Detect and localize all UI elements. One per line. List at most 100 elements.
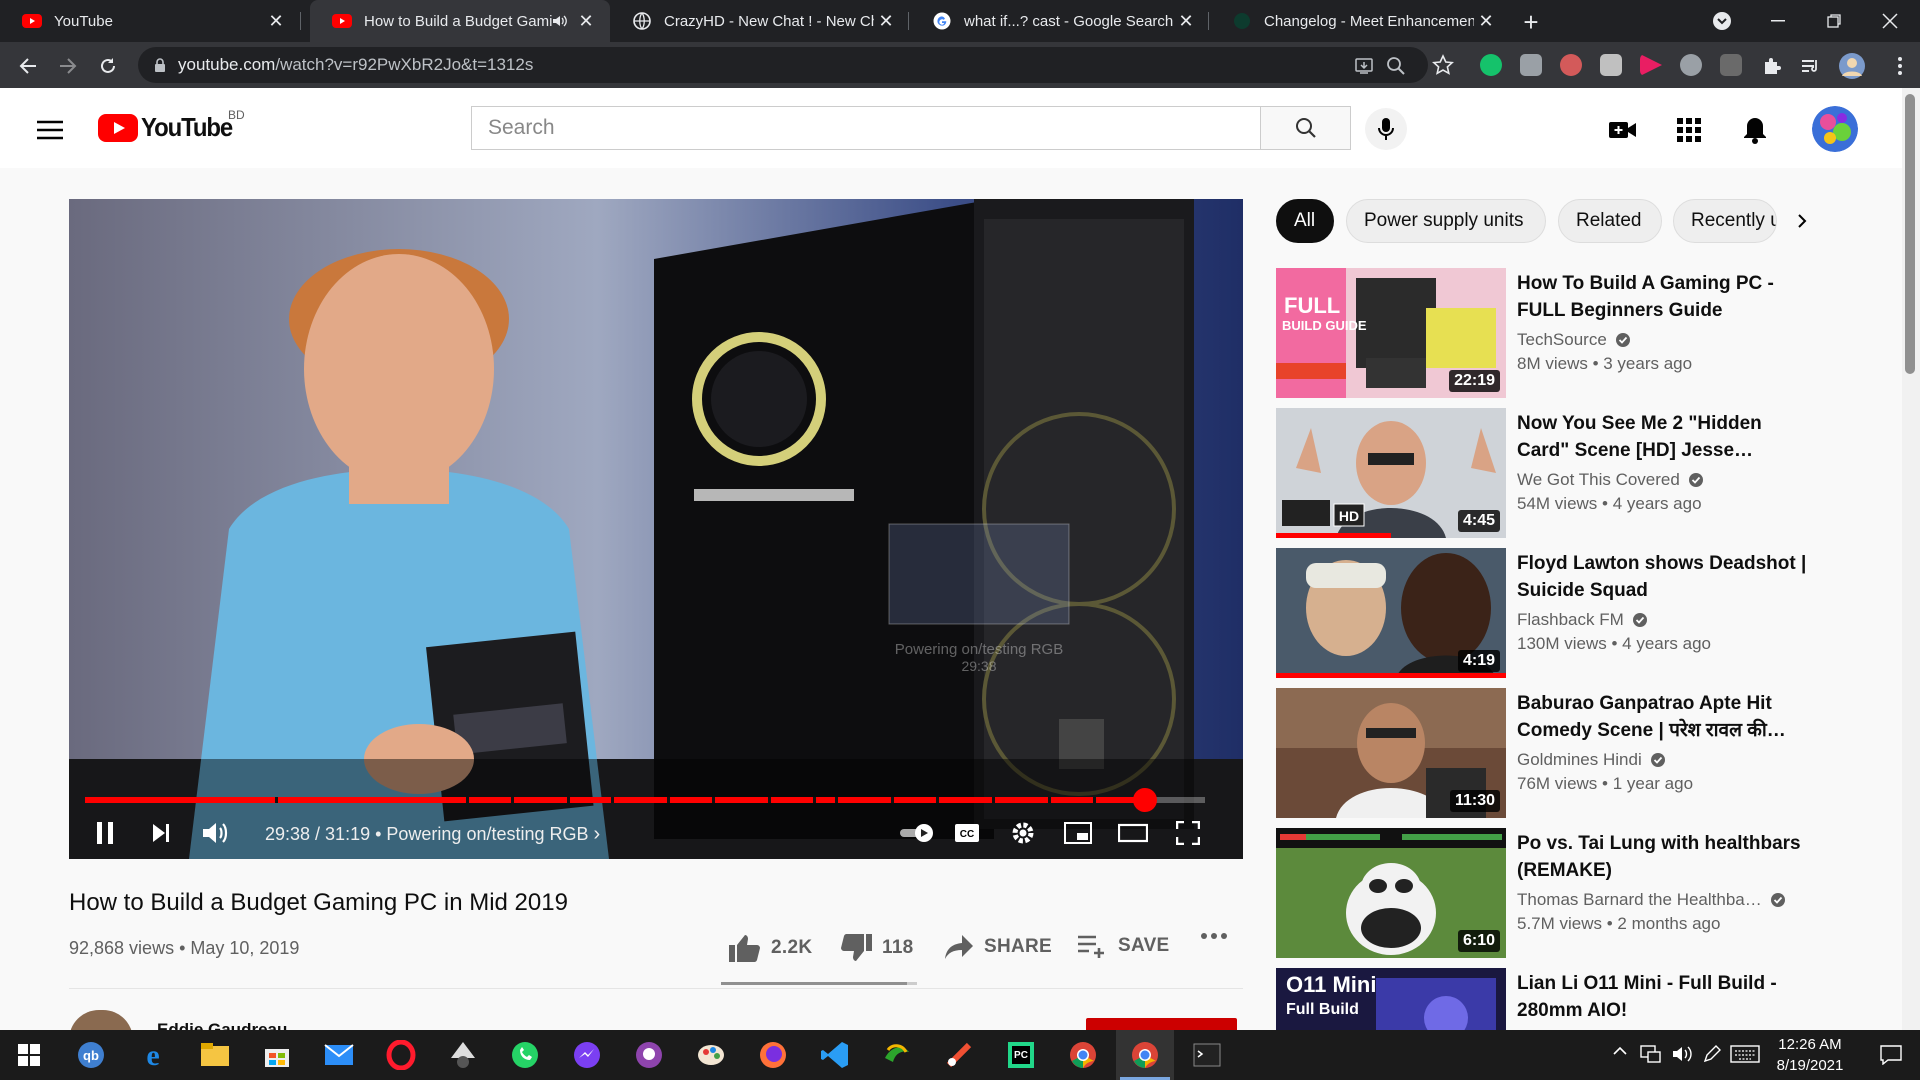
bookmark-star-icon[interactable] — [1432, 54, 1454, 75]
chip-related[interactable]: Related — [1558, 199, 1662, 243]
tab-close-icon[interactable]: ✕ — [1174, 9, 1198, 33]
progress-bar[interactable] — [85, 788, 1205, 812]
network-icon[interactable] — [1640, 1044, 1662, 1064]
qbittorrent-taskbar-icon[interactable]: qb — [62, 1030, 120, 1080]
photos-taskbar-icon[interactable] — [868, 1030, 926, 1080]
messenger-taskbar-icon[interactable] — [558, 1030, 616, 1080]
channel-name[interactable]: Eddie Gaudreau — [157, 1020, 287, 1030]
extensions-puzzle-icon[interactable] — [1756, 50, 1788, 82]
recommendation-title[interactable]: Baburao Ganpatrao Apte Hit Comedy Scene … — [1517, 690, 1807, 744]
video-thumbnail[interactable]: HD 4:45 — [1276, 408, 1506, 538]
minimize-button[interactable] — [1750, 0, 1806, 42]
tab-google-search[interactable]: what if...? cast - Google Search ✕ — [910, 0, 1210, 42]
chip-recently-uploaded[interactable]: Recently uploaded — [1673, 199, 1777, 243]
page-scrollbar-thumb[interactable] — [1905, 94, 1915, 374]
extension-icon[interactable] — [1720, 54, 1742, 76]
miniplayer-button[interactable] — [1060, 815, 1096, 851]
notifications-icon[interactable] — [1862, 1030, 1920, 1080]
create-video-icon[interactable] — [1607, 114, 1639, 146]
bookmark-star-icon[interactable] — [1400, 56, 1420, 76]
chips-next-button[interactable] — [1780, 199, 1824, 243]
close-window-button[interactable] — [1862, 0, 1918, 42]
restore-button[interactable] — [1806, 0, 1862, 42]
back-button[interactable] — [12, 50, 44, 82]
recommendation-title[interactable]: Lian Li O11 Mini - Full Build - 280mm AI… — [1517, 970, 1807, 1024]
install-app-icon[interactable] — [1354, 56, 1374, 76]
volume-icon[interactable] — [1672, 1044, 1694, 1064]
recommendation-channel[interactable]: Flashback FM — [1517, 610, 1648, 630]
share-button[interactable]: SHARE — [944, 934, 1052, 960]
vscode-taskbar-icon[interactable] — [806, 1030, 864, 1080]
mail-taskbar-icon[interactable] — [310, 1030, 368, 1080]
chapter-title[interactable]: Powering on/testing RGB — [386, 824, 588, 844]
recommendation-item[interactable]: HD 4:45 Now You See Me 2 "Hidden Card" S… — [1276, 408, 1876, 538]
notifications-bell-icon[interactable] — [1739, 114, 1771, 146]
video-thumbnail[interactable]: 11:30 — [1276, 688, 1506, 818]
video-thumbnail[interactable]: 6:10 — [1276, 828, 1506, 958]
speaker-icon[interactable] — [552, 14, 568, 28]
extension-icon[interactable] — [1600, 54, 1622, 76]
subtitles-button[interactable]: CC — [949, 815, 985, 851]
recommendation-item[interactable]: 11:30 Baburao Ganpatrao Apte Hit Comedy … — [1276, 688, 1876, 818]
camera-extension-icon[interactable] — [1520, 54, 1542, 76]
tab-active-video[interactable]: How to Build a Budget Gaming PC in Mid 2… — [310, 0, 610, 42]
extension-icon[interactable] — [1560, 54, 1582, 76]
recommendation-item[interactable]: FULL BUILD GUIDE 22:19 How To Build A Gam… — [1276, 268, 1876, 398]
chrome-menu-icon[interactable] — [1884, 50, 1916, 82]
video-thumbnail[interactable]: O11 Mini Full Build — [1276, 968, 1506, 1030]
recommendation-title[interactable]: Floyd Lawton shows Deadshot | Suicide Sq… — [1517, 550, 1807, 604]
terminal-taskbar-icon[interactable] — [1178, 1030, 1236, 1080]
apps-grid-icon[interactable] — [1673, 114, 1705, 146]
inkscape-taskbar-icon[interactable] — [434, 1030, 492, 1080]
chevron-right-icon[interactable]: › — [594, 823, 601, 845]
recommendation-item[interactable]: O11 Mini Full Build Lian Li O11 Mini - Fu… — [1276, 968, 1876, 1030]
like-button[interactable]: 2.2K — [729, 934, 812, 962]
tab-close-icon[interactable]: ✕ — [264, 9, 288, 33]
chip-all[interactable]: All — [1276, 199, 1334, 243]
store-taskbar-icon[interactable] — [248, 1030, 306, 1080]
recommendation-channel[interactable]: Goldmines Hindi — [1517, 750, 1666, 770]
download-extension-icon[interactable] — [1680, 54, 1702, 76]
edge-taskbar-icon[interactable]: e — [124, 1030, 182, 1080]
recommendation-item[interactable]: 6:10 Po vs. Tai Lung with healthbars (RE… — [1276, 828, 1876, 958]
tab-close-icon[interactable]: ✕ — [1474, 9, 1498, 33]
settings-button[interactable] — [1005, 815, 1041, 851]
search-button[interactable] — [1261, 106, 1351, 150]
chevron-up-icon[interactable] — [1612, 1046, 1628, 1056]
video-player[interactable]: Powering on/testing RGB 29:38 29:38 / 31… — [69, 199, 1243, 859]
lock-icon[interactable] — [154, 57, 166, 73]
video-thumbnail[interactable]: FULL BUILD GUIDE 22:19 — [1276, 268, 1506, 398]
theater-mode-button[interactable] — [1115, 815, 1151, 851]
pen-icon[interactable] — [1702, 1044, 1722, 1064]
paint-taskbar-icon[interactable] — [682, 1030, 740, 1080]
tab-close-icon[interactable]: ✕ — [574, 9, 598, 33]
file-explorer-taskbar-icon[interactable] — [186, 1030, 244, 1080]
recommendation-channel[interactable]: We Got This Covered — [1517, 470, 1704, 490]
recommendation-channel[interactable]: TechSource — [1517, 330, 1631, 350]
start-button[interactable] — [0, 1030, 58, 1080]
tab-crazyhd[interactable]: CrazyHD - New Chat ! - New Chat ✕ — [610, 0, 910, 42]
github-taskbar-icon[interactable] — [620, 1030, 678, 1080]
whatsapp-taskbar-icon[interactable] — [496, 1030, 554, 1080]
keyboard-icon[interactable] — [1730, 1045, 1760, 1063]
tab-youtube[interactable]: YouTube ✕ — [0, 0, 300, 42]
recommendation-title[interactable]: Now You See Me 2 "Hidden Card" Scene [HD… — [1517, 410, 1807, 464]
save-button[interactable]: SAVE — [1078, 934, 1170, 958]
chip-power-supply-units[interactable]: Power supply units — [1346, 199, 1546, 243]
reload-button[interactable] — [92, 50, 124, 82]
account-avatar[interactable] — [1812, 106, 1858, 152]
recommendation-channel[interactable]: Thomas Barnard the Healthba… — [1517, 890, 1786, 910]
profile-avatar[interactable] — [1836, 50, 1868, 82]
youtube-logo[interactable]: YouTube BD — [98, 108, 245, 143]
autoplay-toggle[interactable] — [895, 815, 939, 851]
pycharm-taskbar-icon[interactable]: PC — [992, 1030, 1050, 1080]
fullscreen-button[interactable] — [1170, 815, 1206, 851]
recommendation-item[interactable]: 4:19 Floyd Lawton shows Deadshot | Suici… — [1276, 548, 1876, 678]
firefox-taskbar-icon[interactable] — [744, 1030, 802, 1080]
subscribe-button[interactable] — [1086, 1018, 1237, 1030]
pause-button[interactable] — [87, 815, 123, 851]
system-clock[interactable]: 12:26 AM 8/19/2021 — [1760, 1034, 1860, 1076]
volume-button[interactable] — [199, 815, 235, 851]
recommendation-title[interactable]: Po vs. Tai Lung with healthbars (REMAKE) — [1517, 830, 1807, 884]
dislike-button[interactable]: 118 — [840, 934, 914, 962]
